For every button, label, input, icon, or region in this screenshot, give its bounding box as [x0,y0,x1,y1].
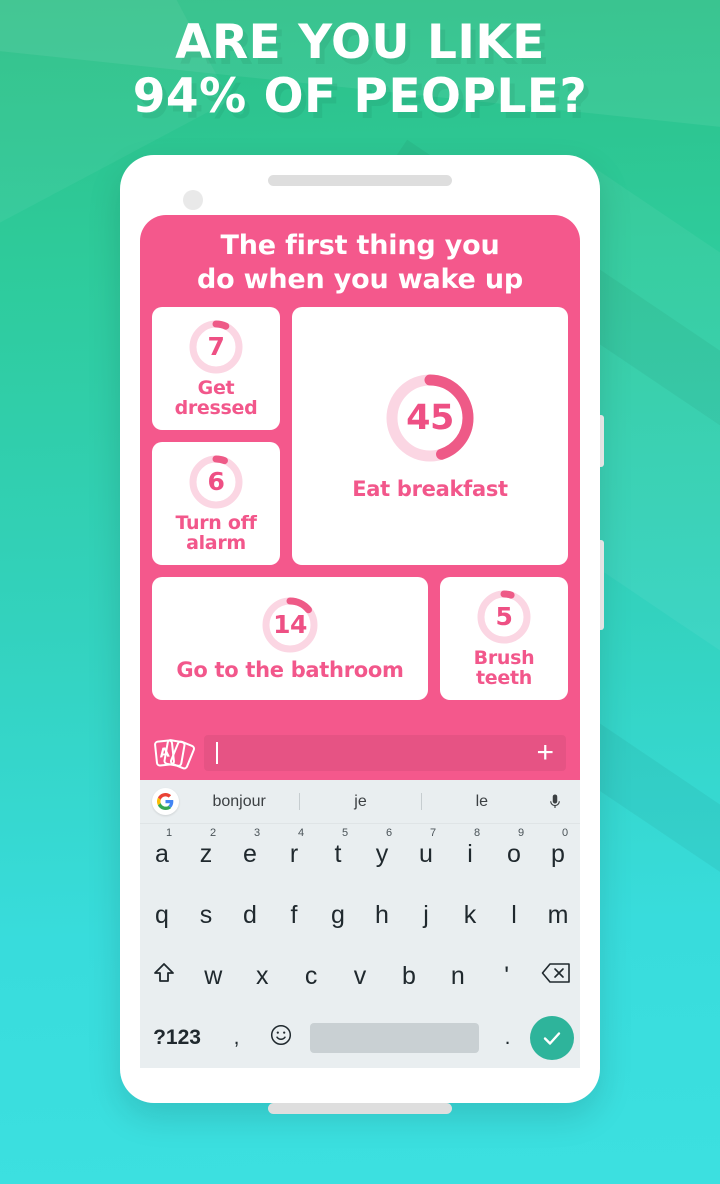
answer-label: Go to the bathroom [176,657,404,682]
key-y[interactable]: y6 [360,827,404,869]
answer-value: 7 [207,332,225,362]
key-c[interactable]: c [287,962,336,991]
app-screen: The first thing you do when you wake up … [140,215,580,780]
answer-value: 5 [495,602,513,632]
emoji-key[interactable] [259,1023,304,1053]
suggestion-item[interactable]: je [300,793,420,811]
answer-card[interactable]: 45 Eat breakfast [292,307,568,565]
answer-card[interactable]: 14 Go to the bathroom [152,577,428,700]
key-g[interactable]: g [316,901,360,930]
keyboard-row-2: q s d f g h j k l m [140,885,580,946]
headline-line-1: ARE YOU LIKE [175,15,545,70]
key-o[interactable]: o9 [492,827,536,869]
answers-grid: 7 Get dressed 6 Turn off alarm 45 Eat br… [140,307,580,700]
answer-text-input[interactable]: + [204,735,566,771]
keyboard-row-1: a1 z2 e3 r4 t5 y6 u7 i8 o9 p0 [140,824,580,885]
period-key[interactable]: . [485,1026,530,1050]
answer-card[interactable]: 7 Get dressed [152,307,280,430]
answer-value: 6 [207,467,225,497]
question-line-2: do when you wake up [196,264,523,295]
suggestion-strip: bonjour je le [140,780,580,824]
key-n[interactable]: n [433,962,482,991]
answer-label: Eat breakfast [352,477,508,502]
backspace-key[interactable] [531,962,580,991]
key-k[interactable]: k [448,901,492,930]
promo-headline: ARE YOU LIKE 94% OF PEOPLE? [0,16,720,124]
cards-icon-letter: A [158,745,171,761]
symbols-key[interactable]: ?123 [140,1026,214,1050]
progress-ring: 14 [261,596,319,654]
answer-card[interactable]: 5 Brush teeth [440,577,568,700]
key-z[interactable]: z2 [184,827,228,869]
key-h[interactable]: h [360,901,404,930]
answers-row-bottom: 14 Go to the bathroom 5 Brush teeth [152,577,568,700]
key-v[interactable]: v [336,962,385,991]
suggestion-item[interactable]: le [422,793,542,811]
key-s[interactable]: s [184,901,228,930]
key-r[interactable]: r4 [272,827,316,869]
answer-label: Brush teeth [473,646,535,689]
phone-home-indicator [268,1103,452,1114]
cards-icon[interactable]: A [153,735,197,771]
enter-submit-key[interactable] [530,1015,574,1060]
question-line-1: The first thing you [220,230,500,261]
text-caret [216,742,218,764]
answer-label: Turn off alarm [175,511,257,554]
phone-camera [183,190,203,210]
answer-value: 45 [406,398,454,439]
key-i[interactable]: i8 [448,827,492,869]
headline-line-2: 94% OF PEOPLE? [132,69,588,124]
add-answer-button[interactable]: + [536,738,554,768]
google-logo-icon[interactable] [152,788,179,815]
answers-col-left: 7 Get dressed 6 Turn off alarm [152,307,280,565]
key-l[interactable]: l [492,901,536,930]
space-key[interactable] [309,1022,480,1053]
key-d[interactable]: d [228,901,272,930]
progress-ring: 45 [383,371,477,465]
key-u[interactable]: u7 [404,827,448,869]
key-p[interactable]: p0 [536,827,580,869]
phone-speaker [268,175,452,186]
key-f[interactable]: f [272,901,316,930]
progress-ring: 5 [476,589,532,645]
suggestion-item[interactable]: bonjour [179,793,299,811]
answer-label: Get dressed [174,376,258,419]
progress-ring: 7 [188,319,244,375]
key-apostrophe[interactable]: ' [482,962,531,991]
keyboard-row-3: w x c v b n ' [140,946,580,1007]
key-j[interactable]: j [404,901,448,930]
key-t[interactable]: t5 [316,827,360,869]
shift-key[interactable] [140,961,189,992]
progress-ring: 6 [188,454,244,510]
answer-value: 14 [273,610,307,640]
key-w[interactable]: w [189,962,238,991]
comma-key[interactable]: , [214,1026,259,1050]
key-b[interactable]: b [384,962,433,991]
answer-card[interactable]: 6 Turn off alarm [152,442,280,565]
key-e[interactable]: e3 [228,827,272,869]
microphone-icon[interactable] [542,791,568,813]
key-a[interactable]: a1 [140,827,184,869]
answer-input-bar: A + [140,726,580,780]
answers-row-top: 7 Get dressed 6 Turn off alarm 45 Eat br… [152,307,568,565]
key-x[interactable]: x [238,962,287,991]
keyboard-row-4: ?123 , . [140,1007,580,1068]
android-keyboard: bonjour je le a1 z2 e3 r4 t5 y6 u7 i8 o9… [140,780,580,1068]
key-m[interactable]: m [536,901,580,930]
question-header: The first thing you do when you wake up [140,215,580,307]
key-q[interactable]: q [140,901,184,930]
